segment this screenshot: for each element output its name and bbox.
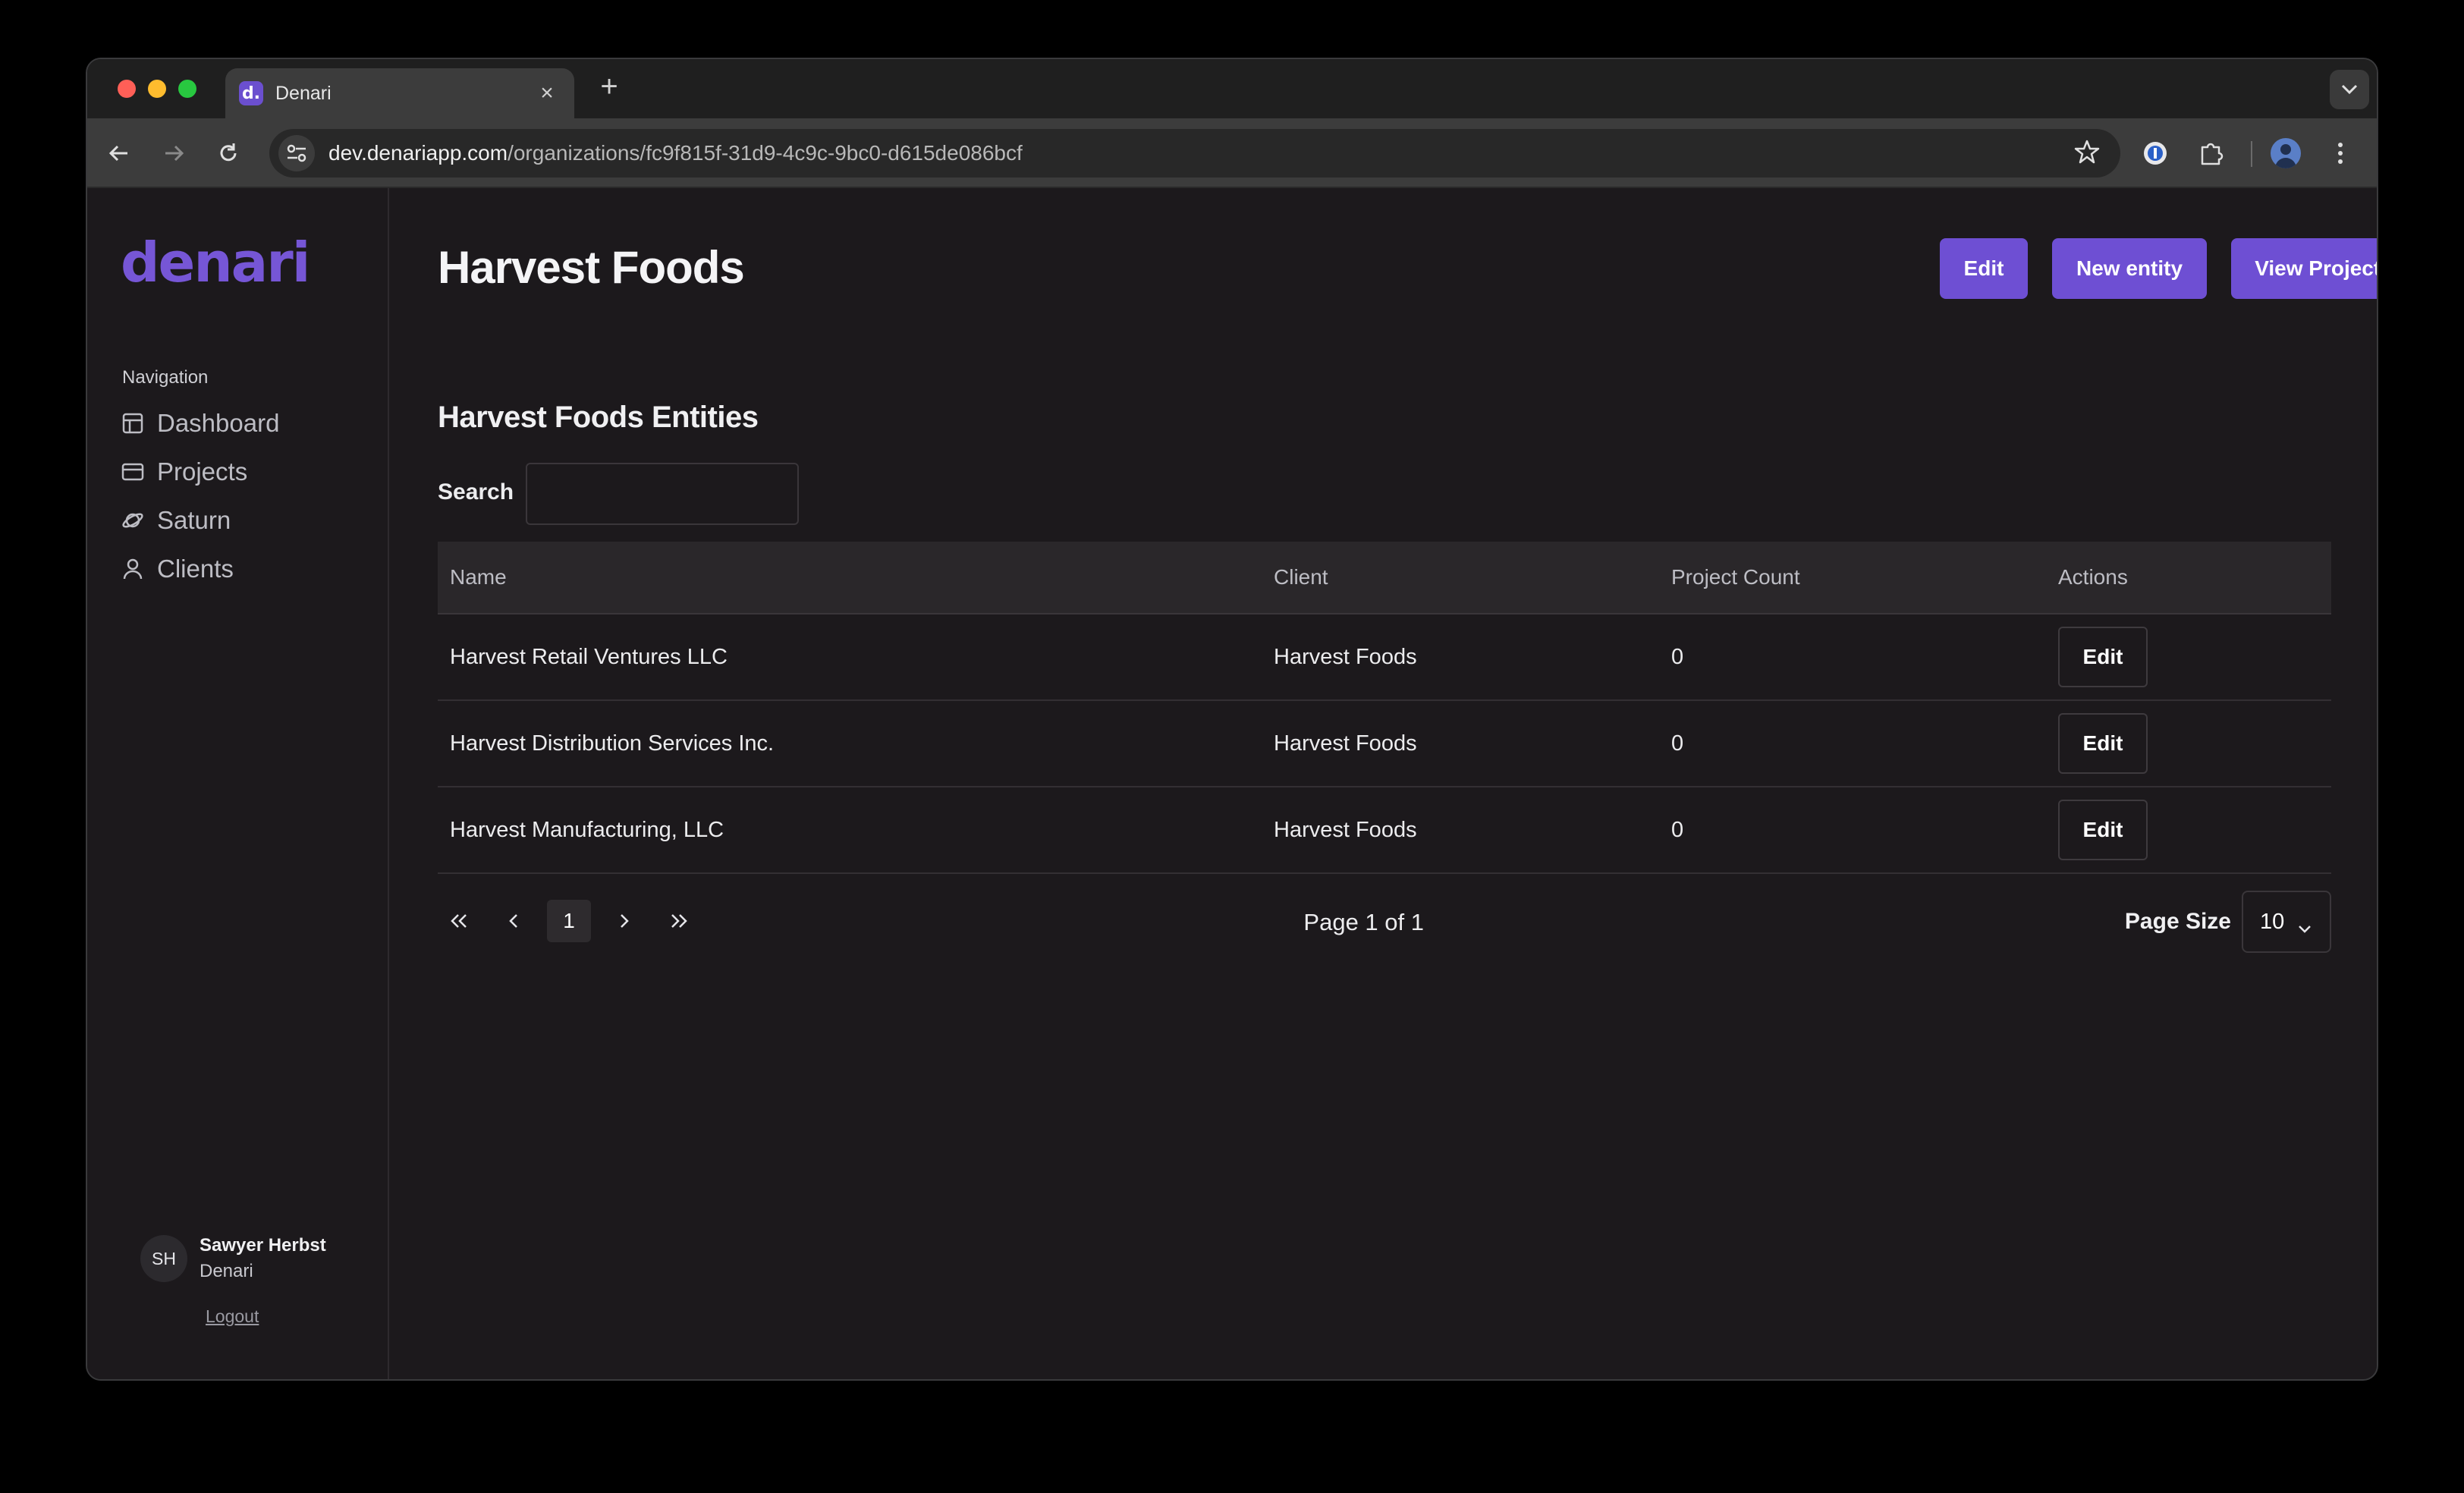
entity-client: Harvest Foods [1274, 731, 1417, 756]
entity-project-count: 0 [1671, 644, 1684, 669]
denari-logo[interactable]: denari [121, 231, 310, 294]
new-entity-button[interactable]: New entity [2052, 238, 2207, 299]
site-settings-icon[interactable] [278, 135, 315, 171]
sidebar-item-label: Saturn [157, 506, 231, 534]
sidebar-item-label: Projects [157, 457, 248, 486]
reload-icon[interactable] [212, 137, 245, 170]
entity-name: Harvest Retail Ventures LLC [450, 644, 728, 669]
url-host: dev.denariapp.com [328, 141, 508, 165]
edit-organization-button[interactable]: Edit [1940, 238, 2028, 299]
url-path: /organizations/fc9f815f-31d9-4c9c-9bc0-d… [508, 141, 1023, 165]
maximize-window-button[interactable] [178, 80, 196, 98]
password-manager-icon[interactable] [2137, 135, 2173, 171]
edit-entity-button[interactable]: Edit [2058, 800, 2148, 860]
entity-project-count: 0 [1671, 731, 1684, 756]
table-row: Harvest Distribution Services Inc. Harve… [438, 701, 2331, 787]
entity-actions: Edit [2058, 800, 2331, 860]
view-projects-button[interactable]: View Projects [2231, 238, 2377, 299]
entities-section-title: Harvest Foods Entities [438, 401, 759, 434]
entity-project-count: 0 [1671, 817, 1684, 842]
entity-client: Harvest Foods [1274, 644, 1417, 669]
entity-name: Harvest Manufacturing, LLC [450, 817, 724, 842]
table-header: Name Client Project Count Actions [438, 542, 2331, 614]
avatar: SH [140, 1235, 187, 1282]
sidebar-item-saturn[interactable]: Saturn [121, 496, 279, 545]
dashboard-icon [121, 411, 145, 435]
entity-actions: Edit [2058, 713, 2331, 774]
sidebar-item-projects[interactable]: Projects [121, 448, 279, 496]
column-header-project-count[interactable]: Project Count [1671, 565, 2058, 589]
new-tab-icon[interactable]: + [591, 70, 627, 104]
page-size-label: Page Size [2124, 909, 2231, 934]
tab-title: Denari [275, 82, 332, 104]
page-title: Harvest Foods [438, 242, 745, 293]
browser-menu-icon[interactable] [2322, 135, 2359, 171]
window-controls [118, 80, 196, 98]
column-header-client[interactable]: Client [1274, 565, 1671, 589]
nav-list: Dashboard Projects Saturn Clients [121, 399, 279, 593]
bookmark-star-icon[interactable] [2073, 138, 2101, 169]
chevron-down-icon [2298, 915, 2312, 940]
minimize-window-button[interactable] [148, 80, 166, 98]
pagination: 1 Page 1 of 1 Page Size 10 [438, 883, 2331, 959]
denari-favicon-icon: d. [239, 81, 263, 105]
back-arrow-icon[interactable] [102, 137, 136, 170]
search-label: Search [438, 479, 514, 504]
close-window-button[interactable] [118, 80, 136, 98]
sidebar-item-dashboard[interactable]: Dashboard [121, 399, 279, 448]
page-info: Page 1 of 1 [1303, 909, 1424, 935]
column-header-actions: Actions [2058, 565, 2128, 589]
saturn-icon [121, 508, 145, 533]
main-content: Harvest Foods Edit New entity View Proje… [389, 188, 2377, 1379]
user-icon [121, 557, 145, 581]
profile-avatar[interactable] [2268, 135, 2304, 171]
sidebar-item-label: Dashboard [157, 409, 280, 437]
address-bar[interactable]: dev.denariapp.com/organizations/fc9f815f… [269, 129, 2120, 178]
page-size-select[interactable]: 10 [2242, 891, 2331, 953]
browser-window: d. Denari × + dev.denariapp.com/organiza… [86, 58, 2378, 1381]
tab-search-chevron-icon[interactable] [2330, 70, 2369, 109]
browser-tab[interactable]: d. Denari × [225, 68, 574, 118]
extensions-icon[interactable] [2193, 135, 2230, 171]
user-profile: SH Sawyer Herbst Denari [140, 1235, 326, 1282]
page-size-value: 10 [2260, 909, 2285, 934]
sidebar-item-clients[interactable]: Clients [121, 545, 279, 593]
sidebar: denari Navigation Dashboard Projects Sat… [87, 188, 389, 1379]
toolbar-divider [2251, 141, 2252, 167]
url-text: dev.denariapp.com/organizations/fc9f815f… [328, 141, 1023, 165]
user-org: Denari [200, 1261, 253, 1281]
tab-strip: d. Denari × + [87, 59, 2377, 118]
entity-client: Harvest Foods [1274, 817, 1417, 842]
tab-close-icon[interactable]: × [533, 80, 561, 106]
nav-heading: Navigation [122, 367, 209, 388]
logout-link[interactable]: Logout [206, 1306, 259, 1327]
sidebar-item-label: Clients [157, 555, 234, 583]
entity-name: Harvest Distribution Services Inc. [450, 731, 775, 756]
edit-entity-button[interactable]: Edit [2058, 627, 2148, 687]
projects-icon [121, 460, 145, 484]
user-name: Sawyer Herbst [200, 1235, 326, 1256]
user-info: Sawyer Herbst Denari [200, 1235, 326, 1282]
table-row: Harvest Retail Ventures LLC Harvest Food… [438, 614, 2331, 701]
table-row: Harvest Manufacturing, LLC Harvest Foods… [438, 787, 2331, 874]
search-input[interactable] [526, 463, 799, 525]
edit-entity-button[interactable]: Edit [2058, 713, 2148, 774]
entity-actions: Edit [2058, 627, 2331, 687]
entities-table: Name Client Project Count Actions Harves… [438, 542, 2331, 874]
app-shell: denari Navigation Dashboard Projects Sat… [87, 188, 2377, 1379]
forward-arrow-icon[interactable] [157, 137, 190, 170]
column-header-name[interactable]: Name [438, 565, 1274, 589]
browser-toolbar: dev.denariapp.com/organizations/fc9f815f… [87, 118, 2377, 188]
